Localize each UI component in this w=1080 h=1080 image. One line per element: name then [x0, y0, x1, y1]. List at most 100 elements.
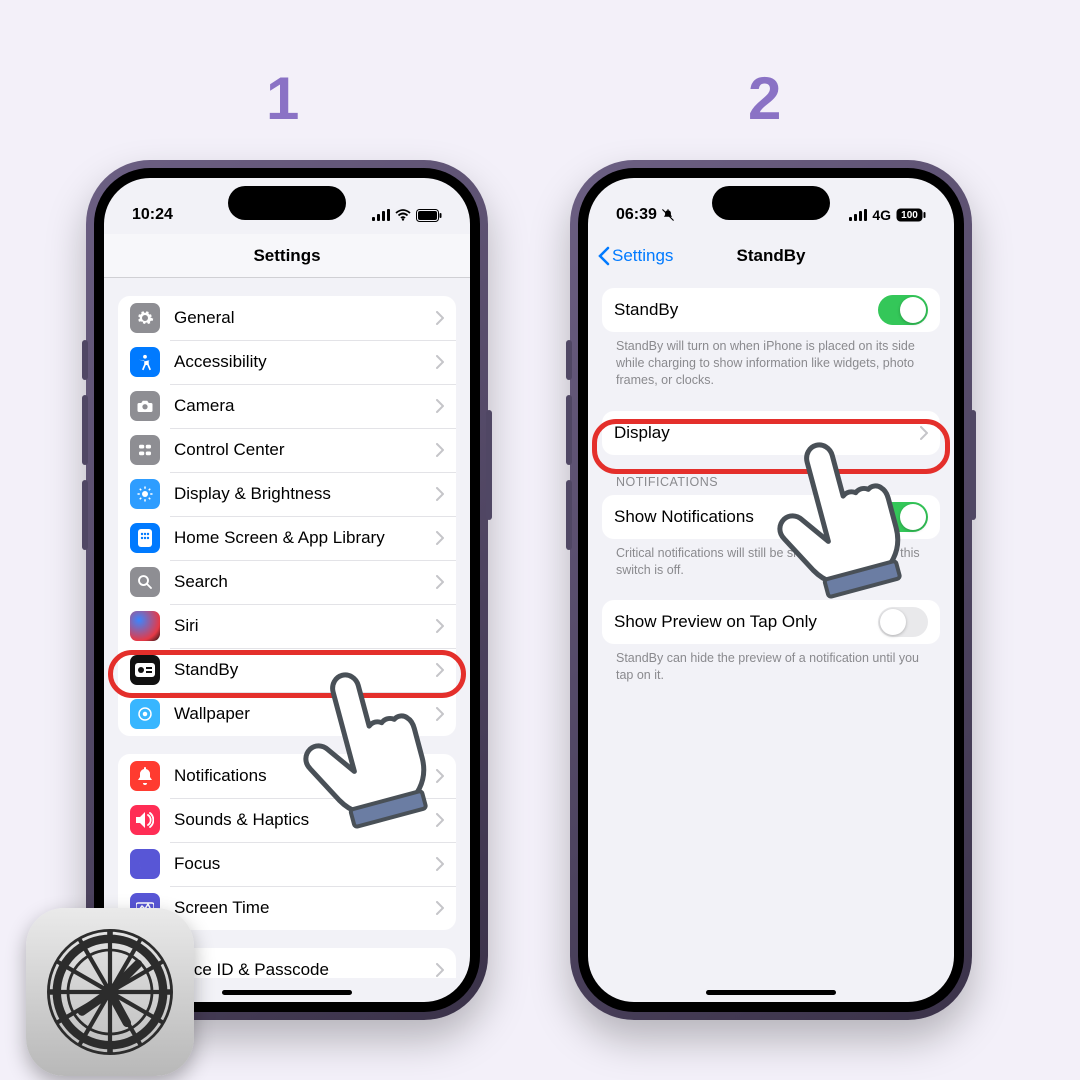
page-title: Settings: [253, 246, 320, 266]
row-label: Screen Time: [174, 898, 436, 918]
search-icon: [130, 567, 160, 597]
chevron-right-icon: [920, 426, 928, 440]
show-notifications-row[interactable]: Show Notifications: [602, 495, 940, 539]
settings-row-search[interactable]: Search: [118, 560, 456, 604]
row-label: Display: [614, 423, 920, 443]
chevron-right-icon: [436, 311, 444, 325]
settings-row-general[interactable]: General: [118, 296, 456, 340]
settings-row-camera[interactable]: Camera: [118, 384, 456, 428]
row-label: Display & Brightness: [174, 484, 436, 504]
standby-toggle-row[interactable]: StandBy: [602, 288, 940, 332]
navbar: Settings StandBy: [588, 234, 954, 278]
siri-icon: [130, 611, 160, 641]
chevron-right-icon: [436, 531, 444, 545]
status-battery: 100: [896, 208, 926, 222]
focus-icon: [130, 849, 160, 879]
settings-row-focus[interactable]: Focus: [118, 842, 456, 886]
settings-app-icon: [26, 908, 194, 1076]
chevron-right-icon: [436, 707, 444, 721]
show-preview-row[interactable]: Show Preview on Tap Only: [602, 600, 940, 644]
standby-group-preview: Show Preview on Tap Only: [602, 600, 940, 644]
home-indicator[interactable]: [222, 990, 352, 995]
accessibility-icon: [130, 347, 160, 377]
chevron-right-icon: [436, 575, 444, 589]
status-time: 10:24: [132, 206, 173, 224]
status-network: 4G: [872, 207, 891, 223]
chevron-right-icon: [436, 355, 444, 369]
chevron-right-icon: [436, 399, 444, 413]
row-label: Wallpaper: [174, 704, 436, 724]
gear-icon: [130, 303, 160, 333]
settings-row-display-brightness[interactable]: Display & Brightness: [118, 472, 456, 516]
chevron-right-icon: [436, 813, 444, 827]
control-center-icon: [130, 435, 160, 465]
chevron-right-icon: [436, 901, 444, 915]
row-label: Focus: [174, 854, 436, 874]
navbar: Settings: [104, 234, 470, 278]
phone-mockup-1: 10:24 Settings General: [86, 160, 488, 1020]
chevron-right-icon: [436, 443, 444, 457]
status-indicators: 4G 100: [849, 207, 926, 223]
step-number-1: 1: [266, 64, 299, 133]
chevron-right-icon: [436, 769, 444, 783]
row-label: Home Screen & App Library: [174, 528, 436, 548]
row-label: Face ID & Passcode: [174, 960, 436, 978]
settings-row-sounds[interactable]: Sounds & Haptics: [118, 798, 456, 842]
phone-mockup-2: 06:39 4G 100 Settings StandBy: [570, 160, 972, 1020]
group-footer: StandBy can hide the preview of a notifi…: [602, 644, 940, 684]
chevron-right-icon: [436, 857, 444, 871]
home-indicator[interactable]: [706, 990, 836, 995]
standby-group-display: Display: [602, 411, 940, 455]
status-indicators: [372, 209, 442, 222]
row-label: General: [174, 308, 436, 328]
chevron-right-icon: [436, 619, 444, 633]
settings-row-wallpaper[interactable]: Wallpaper: [118, 692, 456, 736]
row-label: StandBy: [174, 660, 436, 680]
settings-row-standby[interactable]: StandBy: [118, 648, 456, 692]
page-title: StandBy: [737, 246, 806, 266]
row-label: Accessibility: [174, 352, 436, 372]
settings-row-notifications[interactable]: Notifications: [118, 754, 456, 798]
settings-row-accessibility[interactable]: Accessibility: [118, 340, 456, 384]
settings-group-1: General Accessibility Camera: [118, 296, 456, 736]
toggle-switch[interactable]: [878, 607, 928, 637]
row-label: Control Center: [174, 440, 436, 460]
back-label: Settings: [612, 246, 673, 266]
silent-icon: [661, 208, 675, 222]
dynamic-island: [712, 186, 830, 220]
toggle-switch[interactable]: [878, 295, 928, 325]
status-time-group: 06:39: [616, 206, 675, 224]
camera-icon: [130, 391, 160, 421]
group-footer: Critical notifications will still be sho…: [602, 539, 940, 579]
back-button[interactable]: Settings: [598, 234, 673, 278]
row-label: Sounds & Haptics: [174, 810, 436, 830]
row-label: Notifications: [174, 766, 436, 786]
row-label: Camera: [174, 396, 436, 416]
step-number-2: 2: [748, 64, 781, 133]
row-label: Search: [174, 572, 436, 592]
settings-group-2: Notifications Sounds & Haptics Focus: [118, 754, 456, 930]
status-time: 06:39: [616, 206, 657, 224]
settings-row-control-center[interactable]: Control Center: [118, 428, 456, 472]
row-label: Show Preview on Tap Only: [614, 612, 878, 632]
standby-icon: [130, 655, 160, 685]
chevron-right-icon: [436, 963, 444, 977]
standby-group-notifications: Show Notifications: [602, 495, 940, 539]
brightness-icon: [130, 479, 160, 509]
row-label: Show Notifications: [614, 507, 878, 527]
group-footer: StandBy will turn on when iPhone is plac…: [602, 332, 940, 389]
settings-row-siri[interactable]: Siri: [118, 604, 456, 648]
settings-row-home-screen[interactable]: Home Screen & App Library: [118, 516, 456, 560]
dynamic-island: [228, 186, 346, 220]
notifications-icon: [130, 761, 160, 791]
toggle-switch[interactable]: [878, 502, 928, 532]
row-label: Siri: [174, 616, 436, 636]
chevron-right-icon: [436, 663, 444, 677]
home-screen-icon: [130, 523, 160, 553]
group-header: NOTIFICATIONS: [602, 455, 940, 495]
display-row[interactable]: Display: [602, 411, 940, 455]
standby-group-toggle: StandBy: [602, 288, 940, 332]
row-label: StandBy: [614, 300, 878, 320]
wallpaper-icon: [130, 699, 160, 729]
chevron-right-icon: [436, 487, 444, 501]
